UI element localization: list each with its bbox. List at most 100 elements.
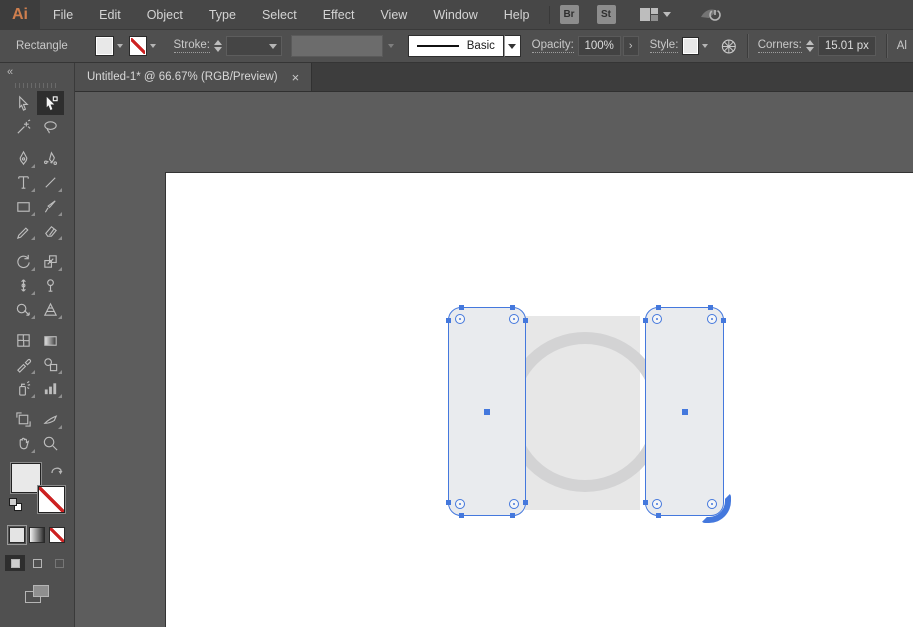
none-button[interactable] (49, 527, 65, 543)
color-button[interactable] (7, 525, 27, 545)
fill-swatch[interactable] (95, 36, 114, 56)
hand-tool[interactable] (10, 431, 37, 455)
stroke-weight-label[interactable]: Stroke: (173, 39, 210, 53)
menu-help[interactable]: Help (491, 0, 543, 30)
anchor-point[interactable] (656, 305, 661, 310)
opacity-field[interactable]: 100% (577, 36, 621, 56)
direct-selection-tool[interactable] (37, 91, 64, 115)
perspective-grid-tool[interactable] (37, 297, 64, 321)
stroke-swatch[interactable] (128, 36, 148, 56)
anchor-point[interactable] (446, 500, 451, 505)
eyedropper-tool[interactable] (10, 352, 37, 376)
brush-definition-chevron[interactable] (503, 35, 521, 57)
anchor-point[interactable] (523, 500, 528, 505)
default-fill-stroke-icon[interactable] (9, 498, 22, 511)
center-point[interactable] (484, 408, 490, 415)
live-corner-widget[interactable] (652, 314, 662, 324)
column-graph-tool[interactable] (37, 376, 64, 400)
eraser-tool[interactable] (37, 218, 64, 242)
scale-tool[interactable] (37, 249, 64, 273)
anchor-point[interactable] (459, 305, 464, 310)
menu-edit[interactable]: Edit (86, 0, 134, 30)
menu-type[interactable]: Type (196, 0, 249, 30)
live-corner-widget[interactable] (509, 499, 519, 509)
paintbrush-tool[interactable] (37, 194, 64, 218)
menu-select[interactable]: Select (249, 0, 310, 30)
cc-sync-icon[interactable] (699, 5, 723, 25)
tab-close-icon[interactable]: × (292, 71, 300, 84)
menu-window[interactable]: Window (420, 0, 490, 30)
width-tool[interactable] (10, 273, 37, 297)
anchor-point[interactable] (656, 513, 661, 518)
workspace-switcher[interactable] (639, 8, 671, 21)
menu-file[interactable]: File (40, 0, 86, 30)
anchor-point[interactable] (510, 513, 515, 518)
anchor-point[interactable] (643, 318, 648, 323)
type-tool[interactable] (10, 170, 37, 194)
stroke-weight-stepper[interactable] (213, 40, 222, 52)
blend-tool[interactable] (37, 352, 64, 376)
curvature-tool[interactable] (37, 146, 64, 170)
stroke-weight-combo[interactable] (225, 36, 282, 56)
center-point[interactable] (681, 408, 688, 415)
line-segment-tool[interactable] (37, 170, 64, 194)
document-tab[interactable]: Untitled-1* @ 66.67% (RGB/Preview) × (75, 63, 313, 91)
corners-label[interactable]: Corners: (757, 39, 802, 53)
menu-effect[interactable]: Effect (310, 0, 368, 30)
anchor-point[interactable] (523, 318, 528, 323)
rotate-tool[interactable] (10, 249, 37, 273)
selected-rounded-rectangle-left[interactable] (446, 305, 528, 518)
fill-color-swatch[interactable] (11, 463, 41, 493)
canvas[interactable] (75, 92, 913, 627)
collapse-panel-button[interactable]: « (0, 63, 19, 79)
change-screen-mode-button[interactable] (25, 585, 49, 603)
fill-chevron-icon[interactable] (116, 44, 123, 48)
circle-ring-object[interactable] (505, 332, 665, 492)
menu-object[interactable]: Object (134, 0, 196, 30)
puppet-warp-tool[interactable] (37, 273, 64, 297)
live-corner-widget[interactable] (652, 499, 662, 509)
corners-stepper[interactable] (805, 40, 814, 52)
opacity-label[interactable]: Opacity: (531, 39, 574, 53)
live-corner-widget[interactable] (455, 499, 465, 509)
swap-fill-stroke-icon[interactable] (50, 463, 64, 481)
symbol-sprayer-tool[interactable] (10, 376, 37, 400)
panel-grip[interactable] (15, 83, 59, 88)
draw-behind-button[interactable] (27, 555, 47, 571)
style-swatch[interactable] (682, 37, 699, 55)
anchor-point[interactable] (510, 305, 515, 310)
draw-normal-button[interactable] (5, 555, 25, 571)
gradient-tool[interactable] (37, 328, 64, 352)
style-label[interactable]: Style: (649, 39, 679, 53)
brush-definition-dropdown[interactable]: Basic (407, 35, 504, 57)
style-chevron-icon[interactable] (701, 44, 708, 48)
shaper-tool[interactable] (10, 218, 37, 242)
stroke-chevron-icon[interactable] (150, 44, 157, 48)
magic-wand-tool[interactable] (10, 115, 37, 139)
anchor-point[interactable] (459, 513, 464, 518)
live-corner-widget[interactable] (707, 314, 717, 324)
opacity-flyout-arrow[interactable]: › (622, 36, 639, 56)
anchor-point[interactable] (643, 500, 648, 505)
slice-tool[interactable] (37, 407, 64, 431)
anchor-point[interactable] (446, 318, 451, 323)
live-corner-widget[interactable] (509, 314, 519, 324)
pen-tool[interactable] (10, 146, 37, 170)
bridge-button[interactable]: Br (559, 5, 579, 24)
anchor-point[interactable] (721, 318, 726, 323)
selection-tool[interactable] (10, 91, 37, 115)
mesh-tool[interactable] (10, 328, 37, 352)
recolor-artwork-icon[interactable] (721, 38, 737, 55)
stock-button[interactable]: St (596, 5, 616, 24)
rectangle-tool[interactable] (10, 194, 37, 218)
anchor-point[interactable] (708, 305, 713, 310)
live-corner-widget[interactable] (455, 314, 465, 324)
selected-rounded-rectangle-right[interactable] (643, 305, 731, 523)
corners-field[interactable]: 15.01 px (817, 36, 876, 56)
menu-view[interactable]: View (367, 0, 420, 30)
zoom-tool[interactable] (37, 431, 64, 455)
lasso-tool[interactable] (37, 115, 64, 139)
stroke-color-swatch[interactable] (38, 486, 65, 513)
artboard-tool[interactable] (10, 407, 37, 431)
shape-builder-tool[interactable] (10, 297, 37, 321)
